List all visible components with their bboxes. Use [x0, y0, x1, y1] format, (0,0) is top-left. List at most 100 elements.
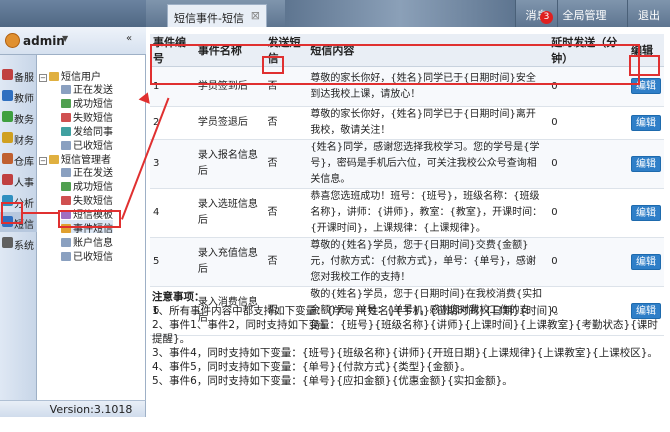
user-avatar-icon: [5, 33, 20, 48]
inbox-icon: [61, 141, 71, 150]
collapse-arrows-icon[interactable]: «: [126, 33, 132, 44]
tree-item[interactable]: 已收短信: [61, 248, 113, 263]
tree-group-sms-users[interactable]: − 短信用户: [39, 68, 101, 83]
nav-label: 教务: [14, 115, 34, 126]
note-line: 2、事件1、事件2，同时支持如下变量：{班号}{班级名称}{讲师}{上课时间}{…: [152, 319, 658, 345]
tree-item[interactable]: 账户信息: [61, 234, 113, 249]
system-icon: [2, 237, 13, 248]
finance-icon: [2, 132, 13, 143]
nav-item-warehouse[interactable]: 仓库: [0, 149, 37, 169]
table-row[interactable]: 2 学员签退后 否 尊敬的家长你好，{姓名}同学已于{日期时间}离开我校，敬请关…: [150, 106, 664, 140]
notes-title: 注意事项：: [152, 291, 205, 303]
main-content: 事件编号 事件名称 发送短信 短信内容 延时发送（分钟） 编辑 1 学员签到后 …: [150, 27, 670, 432]
cell-content: 尊敬的{姓名}学员，您于{日期时间}交费{金额}元，付款方式：{付款方式}，单号…: [307, 237, 549, 287]
nav-label: 仓库: [14, 157, 34, 168]
tree-item-label: 已收短信: [73, 252, 113, 263]
tree-item[interactable]: 成功短信: [61, 178, 113, 193]
nav-label: 教师: [14, 94, 34, 105]
cell-name: 录入报名信息后: [194, 139, 265, 189]
nav-item-system[interactable]: 系统: [0, 233, 37, 253]
table-row[interactable]: 5 录入充值信息后 否 尊敬的{姓名}学员，您于{日期时间}交费{金额}元，付款…: [150, 237, 664, 287]
hr-icon: [2, 174, 13, 185]
table-row[interactable]: 3 录入报名信息后 否 {姓名}同学，感谢您选择我校学习。您的学号是{学号}，密…: [150, 139, 664, 189]
annotation-box-sms-nav: [1, 202, 23, 224]
failed-icon: [61, 196, 71, 205]
success-icon: [61, 99, 71, 108]
tree-group-sms-manager[interactable]: − 短信管理者: [39, 151, 111, 166]
cell-content: {姓名}同学，感谢您选择我校学习。您的学号是{学号}，密码是手机后六位，可关注我…: [307, 139, 549, 189]
cell-send: 否: [264, 188, 308, 238]
tree-item[interactable]: 正在发送: [61, 81, 113, 96]
top-bar: 短信事件-短信 ⊠ 消息 3 全局管理 退出: [0, 0, 670, 27]
cell-name: 录入充值信息后: [194, 237, 265, 287]
edit-button[interactable]: 编辑: [630, 114, 661, 131]
nav-label: 人事: [14, 178, 34, 189]
cell-send: 否: [264, 237, 308, 287]
exit-label: 退出: [638, 9, 660, 22]
cell-send: 否: [264, 139, 308, 189]
folder-icon: [49, 72, 59, 81]
annotation-box-send: [262, 56, 284, 74]
nav-item-service[interactable]: 备服: [0, 65, 37, 85]
edit-button[interactable]: 编辑: [630, 204, 661, 221]
note-line: 5、事件6，同时支持如下变量：{单号}{应扣金额}{优惠金额}{实扣金额}。: [152, 375, 513, 387]
edit-button[interactable]: 编辑: [630, 155, 661, 172]
tree-item[interactable]: 正在发送: [61, 164, 113, 179]
sending-icon: [61, 168, 71, 177]
nav-item-teacher[interactable]: 教师: [0, 86, 37, 106]
user-name[interactable]: admin: [23, 34, 65, 48]
sending-icon: [61, 85, 71, 94]
global-management-label: 全局管理: [562, 9, 607, 22]
cell-id: 4: [150, 188, 195, 238]
user-bar: admin ▼ «: [0, 27, 146, 55]
nav-item-academic[interactable]: 教务: [0, 107, 37, 127]
success-icon: [61, 182, 71, 191]
tree-item[interactable]: 已收短信: [61, 137, 113, 152]
nav-label: 备服: [14, 73, 34, 84]
cell-delay: 0: [548, 237, 628, 287]
tab-sms-event[interactable]: 短信事件-短信 ⊠: [167, 4, 267, 27]
note-line: 3、事件4，同时支持如下变量：{班号}{班级名称}{讲师}{开班日期}{上课规律…: [152, 347, 658, 359]
nav-item-hr[interactable]: 人事: [0, 170, 37, 190]
tree-item[interactable]: 发给同事: [61, 123, 113, 138]
global-management-button[interactable]: 全局管理: [557, 0, 611, 27]
cell-id: 5: [150, 237, 195, 287]
version-label: Version:3.1018: [37, 400, 146, 417]
cell-name: 录入选班信息后: [194, 188, 265, 238]
tree-item[interactable]: 成功短信: [61, 95, 113, 110]
warehouse-icon: [2, 153, 13, 164]
left-nav: 备服 教师 教务 财务 仓库 人事 分析 短信 系统: [0, 55, 37, 400]
account-icon: [61, 238, 71, 247]
top-left-panel: [0, 0, 146, 27]
failed-icon: [61, 113, 71, 122]
note-line: 1、所有事件内容中都支持如下变量：{学号}{姓名}{手机}{日期时间}{日期}{…: [152, 305, 565, 317]
tab-close-icon[interactable]: ⊠: [251, 9, 260, 22]
nav-label: 系统: [14, 241, 34, 252]
cell-delay: 0: [548, 188, 628, 238]
service-icon: [2, 69, 13, 80]
message-count-badge: 3: [540, 11, 553, 24]
version-bar-left: [0, 400, 37, 417]
exit-button[interactable]: 退出: [627, 0, 670, 27]
chevron-down-icon[interactable]: ▼: [62, 34, 68, 43]
nav-label: 财务: [14, 136, 34, 147]
folder-icon: [49, 155, 59, 164]
cell-delay: 0: [548, 139, 628, 189]
annotation-box-event-sms: [58, 210, 121, 228]
tree-item[interactable]: 失败短信: [61, 192, 113, 207]
note-line: 4、事件5，同时支持如下变量：{单号}{付款方式}{类型}{金额}。: [152, 361, 471, 373]
annotation-box-edit: [629, 55, 660, 76]
tree-item[interactable]: 失败短信: [61, 109, 113, 124]
collapse-icon[interactable]: −: [39, 157, 47, 165]
inbox-icon: [61, 252, 71, 261]
annotation-box-row1: [150, 44, 640, 85]
cell-send: 否: [264, 106, 308, 140]
table-row[interactable]: 4 录入选班信息后 否 恭喜您选班成功！班号：{班号}，班级名称：{班级名称}，…: [150, 188, 664, 238]
cell-delay: 0: [548, 106, 628, 140]
send-colleague-icon: [61, 127, 71, 136]
edit-button[interactable]: 编辑: [630, 253, 661, 270]
nav-item-finance[interactable]: 财务: [0, 128, 37, 148]
cell-id: 3: [150, 139, 195, 189]
collapse-icon[interactable]: −: [39, 74, 47, 82]
teacher-icon: [2, 90, 13, 101]
